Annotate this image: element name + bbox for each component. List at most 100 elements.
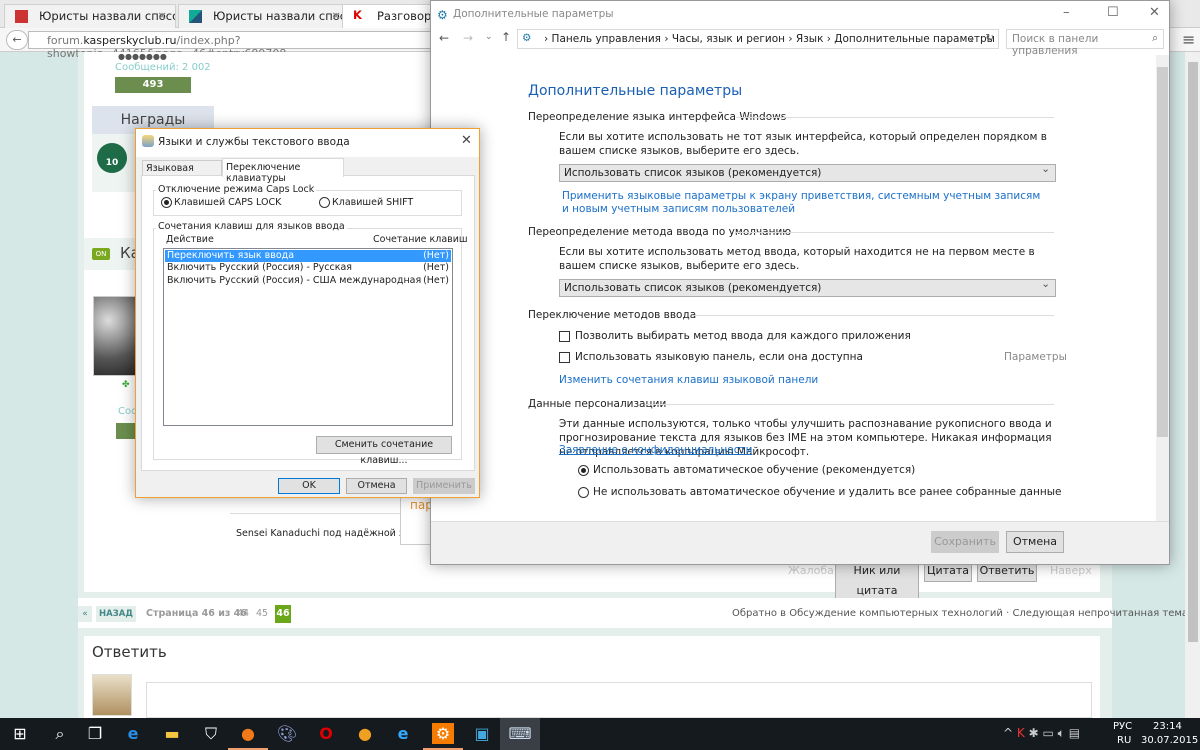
volume-icon[interactable]: 🔈︎ [1058, 726, 1065, 740]
topic-nav: Обратно в Обсуждение компьютерных технол… [732, 608, 1200, 619]
task-view-icon[interactable]: ❐ [75, 718, 115, 750]
firefox-icon[interactable]: ● [228, 718, 268, 750]
list-item[interactable]: Переключить язык ввода (Нет) [165, 250, 451, 262]
language-bar-checkbox[interactable] [559, 352, 570, 363]
network-icon[interactable]: ▭ [1042, 726, 1053, 740]
clock-time[interactable]: 23:14 [1153, 721, 1182, 732]
chevron-up-icon[interactable]: ^ [1003, 726, 1013, 740]
section-description: Если вы хотите использовать метод ввода,… [559, 246, 1035, 272]
display-language-select[interactable]: Использовать список языков (рекомендуетс… [559, 163, 1056, 182]
tray-app-icon[interactable]: ✱ [1029, 726, 1039, 740]
page-link[interactable]: 45 [256, 608, 268, 619]
breadcrumb-item[interactable]: Язык [796, 33, 824, 45]
close-icon[interactable]: ✕ [461, 133, 472, 148]
language-services-icon [142, 135, 154, 147]
url-bar[interactable]: forum.kasperskyclub.ru/index.php?showtop… [28, 31, 448, 60]
reply-heading: Ответить [92, 643, 167, 661]
browser-tab[interactable]: Юристы назвали способ...✕ [4, 4, 176, 28]
paint-icon[interactable]: 🎨︎ [267, 718, 307, 750]
back-button[interactable]: ← [6, 30, 28, 50]
breadcrumb-item[interactable]: Часы, язык и регион [672, 33, 785, 45]
store-icon[interactable]: ⛉ [191, 718, 231, 750]
internet-explorer-icon[interactable]: e [383, 718, 423, 750]
list-item[interactable]: Включить Русский (Россия) - Русская (Нет) [165, 262, 451, 274]
breadcrumb-item[interactable]: Панель управления [552, 33, 661, 45]
tray-icons[interactable]: ^ K ✱ ▭ 🔈︎ ▤ [1003, 726, 1080, 741]
chevron-down-icon[interactable]: ⌄ [967, 32, 976, 44]
close-tab-icon[interactable]: ✕ [157, 9, 167, 23]
post-count: Сообщений: 2 002 [115, 62, 211, 73]
back-to-top-link[interactable]: Наверх [1050, 564, 1092, 577]
input-method-select[interactable]: Использовать список языков (рекомендуетс… [559, 278, 1056, 297]
separator: · [1006, 608, 1010, 619]
tab-language-bar[interactable]: Языковая панель [142, 160, 222, 185]
opera-icon[interactable]: O [306, 718, 346, 750]
menu-icon[interactable]: ≡ [1182, 30, 1195, 49]
change-hotkeys-link[interactable]: Изменить сочетания клавиш языковой панел… [559, 374, 818, 386]
keys-text: (Нет) [423, 250, 449, 261]
file-explorer-icon[interactable]: ▬ [152, 718, 192, 750]
group-label: Сочетания клавиш для языков ввода [156, 221, 347, 232]
cancel-button[interactable]: Отмена [1006, 531, 1064, 553]
options-link[interactable]: Параметры [1004, 351, 1067, 363]
section-title: Переключение методов ввода [528, 309, 697, 321]
nick-quote-button[interactable]: Ник или цитата [835, 560, 919, 602]
cancel-button[interactable]: Отмена [346, 478, 407, 494]
window-scrollbar[interactable] [1156, 55, 1169, 521]
per-app-input-checkbox[interactable] [559, 331, 570, 342]
search-input[interactable]: Поиск в панели управления ⌕ [1006, 29, 1164, 57]
close-button[interactable]: ✕ [1149, 5, 1160, 20]
browser-tab-active[interactable]: KРазговоры за ж [342, 4, 442, 28]
edge-browser-icon[interactable]: e [113, 718, 153, 750]
report-link[interactable]: Жалоба [788, 564, 834, 577]
app-icon[interactable]: ● [345, 718, 385, 750]
checkbox-label: Позволить выбирать метод ввода для каждо… [575, 330, 911, 342]
search-icon: ⌕ [1152, 32, 1158, 44]
caps-lock-key-radio[interactable] [161, 197, 172, 208]
text-services-taskbar-icon[interactable]: ⌨ [500, 718, 540, 750]
list-item[interactable]: Включить Русский (Россия) - США междунар… [165, 275, 451, 287]
search-icon[interactable]: ⌕ [40, 718, 80, 750]
save-button[interactable]: Сохранить [931, 531, 999, 553]
column-header-action: Действие [166, 234, 214, 245]
kaspersky-tray-icon[interactable]: K [1017, 726, 1025, 740]
next-unread-link[interactable]: Следующая непрочитанная тема → [1012, 608, 1199, 619]
recent-dropdown-icon[interactable]: ⌄ [485, 32, 493, 42]
input-language[interactable]: РУС [1113, 721, 1132, 732]
control-panel-taskbar-icon[interactable]: ▣ [462, 718, 502, 750]
maximize-button[interactable]: ☐ [1107, 5, 1119, 20]
input-locale[interactable]: RU [1117, 735, 1131, 746]
back-arrow-icon[interactable]: ← [439, 31, 449, 45]
shift-key-radio[interactable] [319, 197, 330, 208]
reply-editor[interactable] [146, 682, 1092, 718]
hotkeys-list[interactable]: Переключить язык ввода (Нет) Включить Рус… [163, 248, 453, 426]
apply-language-settings-link[interactable]: Применить языковые параметры к экрану пр… [562, 190, 1042, 216]
prev-page-button[interactable]: НАЗАД [96, 606, 136, 622]
change-hotkey-button[interactable]: Сменить сочетание клавиш... [316, 436, 452, 466]
ok-button[interactable]: OK [278, 478, 340, 494]
tab-keyboard-switching[interactable]: Переключение клавиатуры [222, 158, 344, 184]
up-arrow-icon[interactable]: ↑ [501, 30, 511, 44]
clock-date[interactable]: 30.07.2015 [1141, 735, 1198, 746]
action-text: Включить Русский (Россия) - Русская [167, 262, 352, 273]
no-auto-learning-radio[interactable] [578, 487, 589, 498]
settings-app-icon[interactable]: ⚙ [423, 718, 463, 750]
close-tab-icon[interactable]: ✕ [331, 9, 341, 23]
apply-button[interactable]: Применить [413, 478, 475, 494]
back-to-forum-link[interactable]: Обратно в Обсуждение компьютерных технол… [732, 608, 1003, 619]
start-windows-icon[interactable]: ⊞ [0, 718, 40, 750]
auto-learning-radio[interactable] [578, 465, 589, 476]
keys-text: (Нет) [423, 275, 449, 286]
breadcrumb[interactable]: ⚙ › Панель управления › Часы, язык и рег… [517, 29, 999, 49]
notifications-icon[interactable]: ▤ [1069, 726, 1080, 740]
forward-arrow-icon[interactable]: → [463, 31, 473, 45]
radio-label: Клавишей SHIFT [332, 197, 414, 208]
refresh-icon[interactable]: ↻ [985, 32, 994, 44]
url-prefix: forum. [47, 34, 84, 47]
first-page-button[interactable]: « [78, 606, 92, 622]
page-link[interactable]: 44 [237, 608, 249, 619]
minimize-button[interactable]: – [1063, 5, 1070, 20]
privacy-statement-link[interactable]: Заявление о конфиденциальности [559, 444, 752, 456]
browser-tab[interactable]: Юристы назвали способ...✕ [178, 4, 350, 28]
page-scrollbar[interactable] [1185, 52, 1200, 718]
